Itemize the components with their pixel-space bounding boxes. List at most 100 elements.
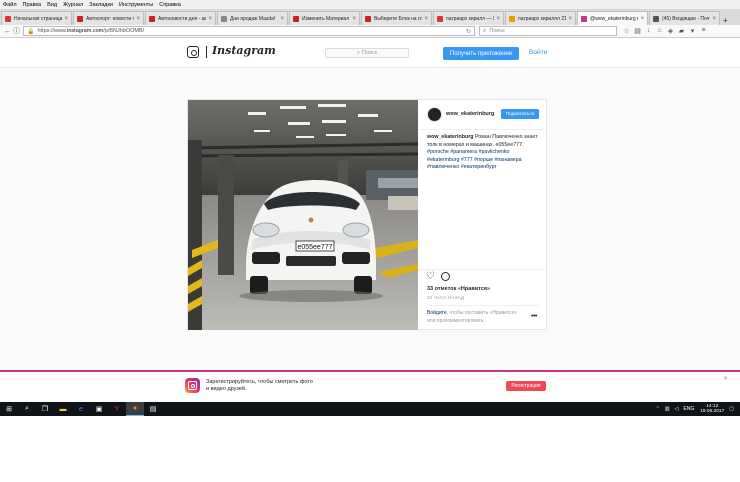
browser-tab[interactable]: Начальная страница M× xyxy=(1,11,72,25)
actions-divider xyxy=(418,269,547,270)
close-tab-icon[interactable]: × xyxy=(208,16,212,22)
register-button[interactable]: Регистрация xyxy=(506,381,546,391)
post-sidebar: wow_ekaterinburg Подписаться wow_ekateri… xyxy=(418,100,547,330)
instagram-search-placeholder: Поиск xyxy=(361,50,378,56)
favicon-icon xyxy=(653,15,659,22)
menu-view[interactable]: Вид xyxy=(47,2,57,8)
login-prompt: Войдите, чтобы поставить «Нравится» или … xyxy=(427,310,527,325)
close-tab-icon[interactable]: × xyxy=(136,16,140,22)
close-tab-icon[interactable]: × xyxy=(712,16,716,22)
windows-start-icon[interactable]: ⊞ xyxy=(0,402,18,416)
instagram-search-input[interactable]: ⌕ Поиск xyxy=(325,48,409,58)
browser-tab[interactable]: патриарх кириллл 21 × xyxy=(505,11,576,25)
search-icon[interactable]: ⌕ xyxy=(18,402,36,416)
browser-tab[interactable]: Автоспорт: новости Ф × xyxy=(73,11,144,25)
close-tab-icon[interactable]: × xyxy=(352,16,356,22)
logo-divider xyxy=(206,46,207,58)
menu-history[interactable]: Журнал xyxy=(63,2,83,8)
caption-username[interactable]: wow_ekaterinburg xyxy=(427,134,474,140)
new-tab-icon[interactable]: + xyxy=(723,16,728,25)
favicon-icon xyxy=(293,15,299,22)
favicon-icon xyxy=(5,15,11,22)
instagram-camera-icon[interactable] xyxy=(187,46,199,58)
tab-label: (45) Входящие - Почт xyxy=(662,15,711,22)
browser-tab[interactable]: Изменить Материал | × xyxy=(289,11,360,25)
tab-label: Выберите Блок на гла xyxy=(374,15,423,22)
reload-icon[interactable]: ↻ xyxy=(466,28,471,35)
get-app-button[interactable]: Получить приложение xyxy=(443,47,519,60)
browser-tab[interactable]: @wow_ekaterinburg в × xyxy=(577,11,648,25)
browser-tab[interactable]: патриарх кирилл — Я × xyxy=(433,11,504,25)
download-icon[interactable]: ↓ xyxy=(643,27,654,35)
caption-hashtags[interactable]: #porsche #panamera #pavlichenko #ekateri… xyxy=(427,149,522,170)
close-tab-icon[interactable]: × xyxy=(496,16,500,22)
favicon-icon xyxy=(221,15,227,22)
instagram-app-icon xyxy=(185,378,200,393)
lock-icon: 🔒 xyxy=(27,28,35,35)
browser-search[interactable]: ⌕ Поиск xyxy=(479,26,617,36)
follow-button[interactable]: Подписаться xyxy=(501,109,539,119)
more-options-icon[interactable]: ••• xyxy=(531,313,537,320)
post-photo-image: е055ее777 xyxy=(188,100,418,330)
menu-bookmarks[interactable]: Закладки xyxy=(89,2,113,8)
favicon-icon xyxy=(365,15,371,22)
notifications-icon[interactable]: ▢ xyxy=(729,406,734,412)
flag-icon[interactable]: ▰ xyxy=(676,27,687,35)
close-tab-icon[interactable]: × xyxy=(424,16,428,22)
menu-file[interactable]: Файл xyxy=(3,2,17,8)
file-explorer-icon[interactable]: ▬ xyxy=(54,402,72,416)
close-icon[interactable]: ✕ xyxy=(723,375,728,382)
post-time: 22 ЧАСА НАЗАД xyxy=(427,295,465,300)
network-icon[interactable]: ▥ xyxy=(665,406,670,412)
home-icon[interactable]: ⌂ xyxy=(654,27,665,35)
clock[interactable]: 14:12 19.06.2017 xyxy=(700,404,724,415)
edge-icon[interactable]: e xyxy=(72,402,90,416)
menu-help[interactable]: Справка xyxy=(159,2,181,8)
address-bar[interactable]: 🔒 https://www. instagram.com/p/BNJhbOOMB/… xyxy=(23,26,475,36)
browser-tab[interactable]: Выберите Блок на гла × xyxy=(361,11,432,25)
language-indicator[interactable]: ENG xyxy=(683,406,694,412)
close-tab-icon[interactable]: × xyxy=(640,16,644,22)
browser-search-placeholder: Поиск xyxy=(489,28,505,34)
post-photo[interactable]: е055ее777 xyxy=(188,100,418,330)
avatar[interactable] xyxy=(427,107,442,122)
reading-list-icon[interactable]: ▤ xyxy=(632,27,643,35)
post-username[interactable]: wow_ekaterinburg xyxy=(446,111,494,117)
clock-date: 19.06.2017 xyxy=(700,409,725,414)
blank-area xyxy=(0,416,740,482)
url-prefix: https://www. xyxy=(37,28,68,34)
likes-count[interactable]: 33 отметок «Нравится» xyxy=(427,286,490,292)
browser-tab[interactable]: Автоновости дня - авто× xyxy=(145,11,216,25)
store-icon[interactable]: ▣ xyxy=(90,402,108,416)
close-tab-icon[interactable]: × xyxy=(280,16,284,22)
yandex-icon[interactable]: Y xyxy=(108,402,126,416)
favicon-icon xyxy=(77,15,83,22)
tray-arrow-icon[interactable]: ⌃ xyxy=(656,406,660,412)
firefox-icon[interactable]: ● xyxy=(126,402,144,416)
login-link[interactable]: Войти xyxy=(529,49,547,56)
document-app-icon[interactable]: ▤ xyxy=(144,402,162,416)
volume-icon[interactable]: ◁ xyxy=(675,406,679,412)
close-tab-icon[interactable]: × xyxy=(64,16,68,22)
back-icon[interactable]: ← xyxy=(3,28,12,35)
pocket-icon[interactable]: ◈ xyxy=(665,27,676,35)
menu-icon[interactable]: ≡ xyxy=(698,27,709,35)
extension-icon[interactable]: ▾ xyxy=(687,27,698,35)
info-icon[interactable]: ⓘ xyxy=(12,26,21,36)
task-view-icon[interactable]: ❐ xyxy=(36,402,54,416)
comment-icon[interactable] xyxy=(441,272,450,281)
browser-tab[interactable]: Дни продаж Mazda! × xyxy=(217,11,288,25)
url-domain: instagram.com xyxy=(67,28,104,34)
menu-edit[interactable]: Правка xyxy=(23,2,42,8)
heart-icon[interactable]: ♡ xyxy=(426,272,435,282)
tab-label: патриарх кириллл 21 xyxy=(518,15,567,22)
tab-label: Автоспорт: новости Ф xyxy=(86,15,135,22)
instagram-wordmark[interactable]: Instagram xyxy=(212,44,276,57)
favicon-icon xyxy=(149,15,155,22)
bookmark-star-icon[interactable]: ☆ xyxy=(621,27,632,35)
login-prompt-link[interactable]: Войдите xyxy=(427,310,447,316)
close-tab-icon[interactable]: × xyxy=(568,16,572,22)
browser-tab[interactable]: (45) Входящие - Почт × xyxy=(649,11,720,25)
menu-tools[interactable]: Инструменты xyxy=(119,2,153,8)
tab-label: патриарх кирилл — Я xyxy=(446,15,495,22)
